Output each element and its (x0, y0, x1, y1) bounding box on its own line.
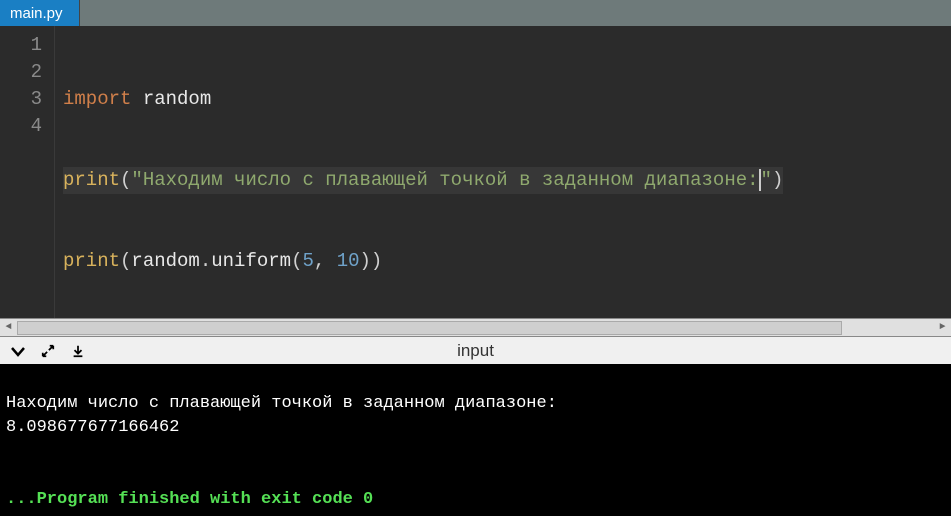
line-number: 1 (18, 32, 42, 59)
console-line: 8.098677677166462 (6, 418, 179, 437)
scroll-right-icon[interactable]: ► (934, 320, 951, 336)
console-exit-line: ...Program finished with exit code 0 (6, 490, 373, 509)
code-editor[interactable]: 1 2 3 4 import random print("Находим чис… (0, 26, 951, 318)
download-icon[interactable] (70, 343, 86, 359)
line-number: 3 (18, 86, 42, 113)
code-line: import random (63, 86, 783, 113)
console-line: Находим число с плавающей точкой в задан… (6, 394, 557, 413)
code-line: print("Находим число с плавающей точкой … (63, 167, 783, 194)
expand-icon[interactable] (40, 343, 56, 359)
tab-main-py[interactable]: main.py (0, 0, 80, 26)
code-area[interactable]: import random print("Находим число с пла… (55, 26, 791, 318)
line-number: 4 (18, 113, 42, 140)
console-title: input (457, 341, 494, 361)
line-number: 2 (18, 59, 42, 86)
console-output[interactable]: Находим число с плавающей точкой в задан… (0, 364, 951, 516)
scroll-left-icon[interactable]: ◄ (0, 320, 17, 336)
horizontal-scrollbar[interactable]: ◄ ► (0, 318, 951, 336)
chevron-down-icon[interactable] (10, 343, 26, 359)
tab-bar: main.py (0, 0, 951, 26)
console-toolbar: input (0, 336, 951, 364)
line-number-gutter: 1 2 3 4 (0, 26, 55, 318)
scrollbar-track[interactable] (17, 320, 934, 336)
scrollbar-thumb[interactable] (17, 321, 842, 335)
code-line: print(random.uniform(5, 10)) (63, 248, 783, 275)
tab-filename: main.py (10, 5, 63, 22)
